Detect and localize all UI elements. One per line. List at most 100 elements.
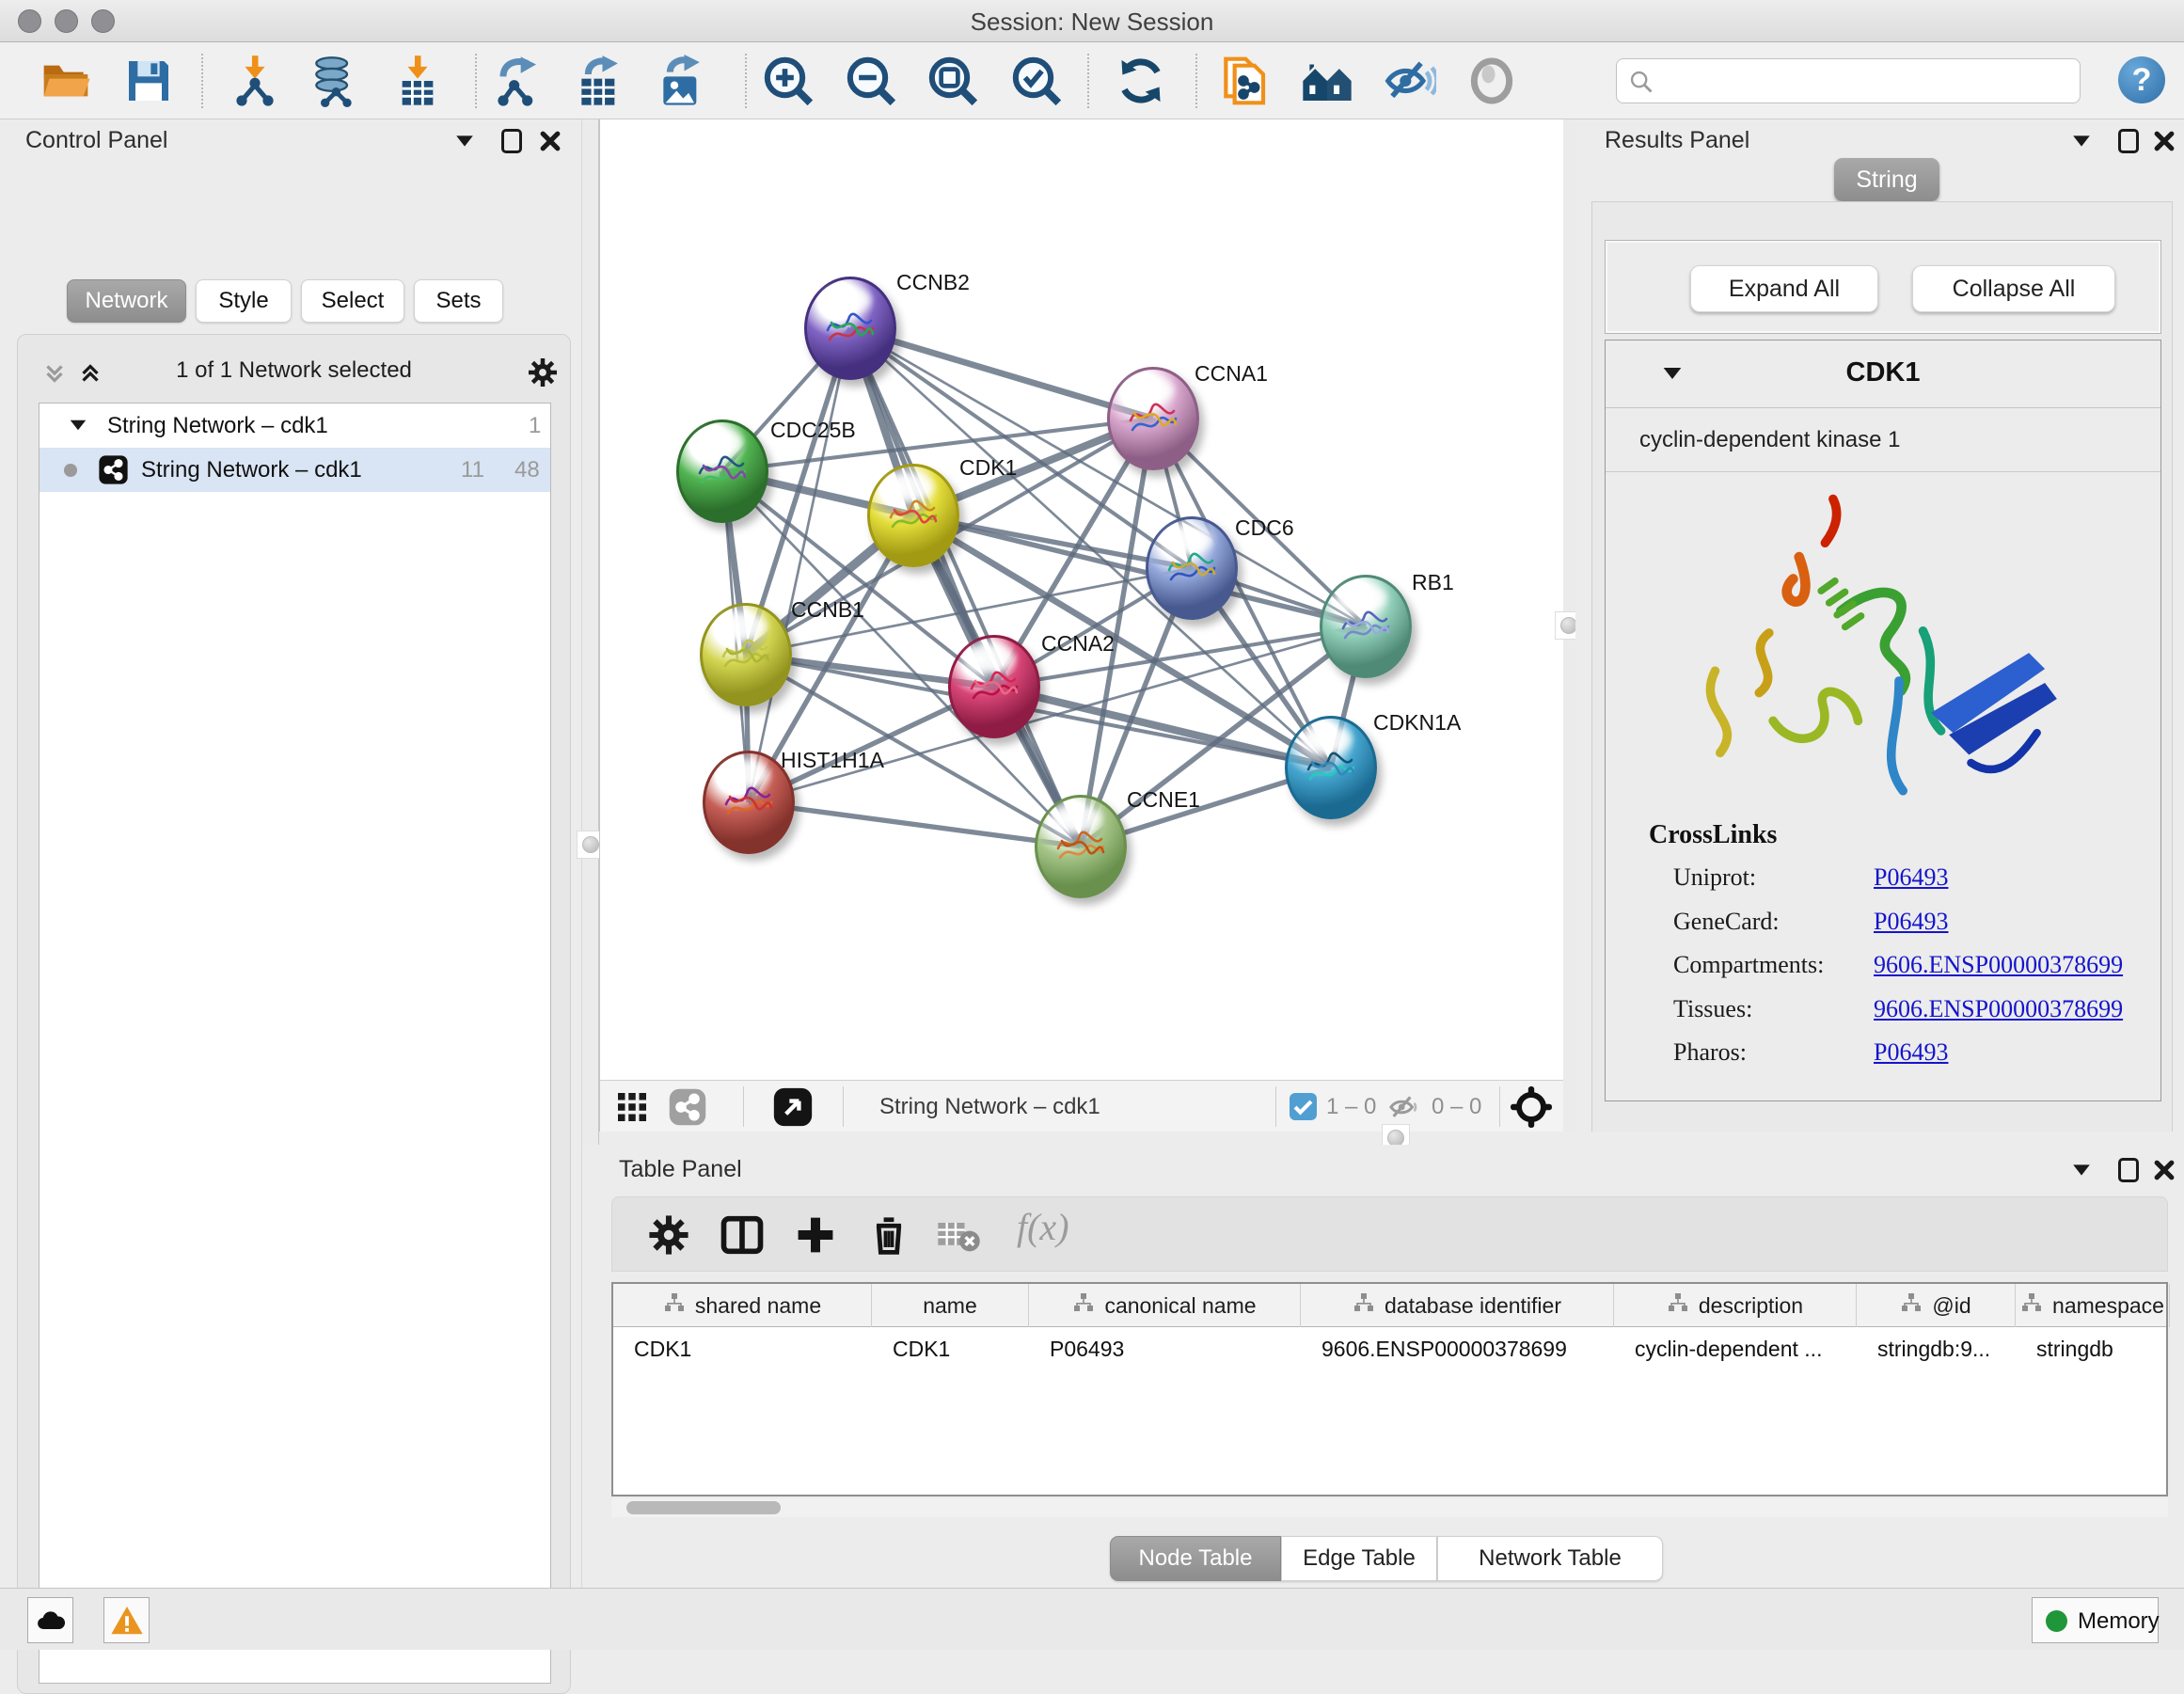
tab-edge-table[interactable]: Edge Table [1281, 1536, 1437, 1581]
float-panel-icon[interactable] [2118, 1158, 2139, 1187]
clone-network-icon[interactable] [1217, 55, 1270, 107]
network-view-share-icon[interactable] [668, 1087, 707, 1132]
table-column-header[interactable]: namespace [2016, 1284, 2170, 1327]
collapse-all-button[interactable]: Collapse All [1912, 265, 2115, 312]
table-column-header[interactable]: description [1614, 1284, 1857, 1327]
network-options-gear-icon[interactable] [526, 356, 560, 394]
table-column-header[interactable]: shared name [613, 1284, 872, 1327]
zoom-in-icon[interactable] [762, 55, 815, 107]
close-panel-icon[interactable] [538, 129, 562, 158]
table-column-header[interactable]: canonical name [1029, 1284, 1301, 1327]
tab-node-table[interactable]: Node Table [1110, 1536, 1281, 1581]
table-cell[interactable]: stringdb:9... [1857, 1327, 2016, 1370]
network-node-ccnb1[interactable] [700, 603, 792, 706]
crosslinks-title: CrossLinks [1649, 820, 1777, 850]
hide-selected-icon[interactable] [1384, 55, 1436, 107]
open-file-icon[interactable] [40, 55, 92, 107]
save-session-icon[interactable] [122, 55, 175, 107]
panel-menu-icon[interactable] [454, 135, 475, 152]
network-node-cdkn1a[interactable] [1285, 716, 1377, 819]
network-node-cdc6[interactable] [1146, 516, 1238, 620]
table-column-header[interactable]: @id [1857, 1284, 2016, 1327]
panel-menu-icon[interactable] [2071, 135, 2092, 152]
help-icon[interactable]: ? [2118, 56, 2165, 103]
tab-string[interactable]: String [1834, 158, 1939, 201]
table-column-header[interactable]: database identifier [1301, 1284, 1614, 1327]
tab-select[interactable]: Select [301, 279, 404, 323]
hidden-nodes-eye-slash-icon[interactable] [1388, 1091, 1420, 1128]
gear-icon[interactable] [644, 1211, 693, 1259]
network-node-ccne1[interactable] [1035, 795, 1127, 898]
network-node-cdk1[interactable] [867, 464, 959, 567]
first-neighbors-icon[interactable] [1301, 55, 1353, 107]
gene-entry-header[interactable]: CDK1 [1606, 340, 2160, 408]
export-table-icon[interactable] [573, 55, 625, 107]
network-node-rb1[interactable] [1320, 575, 1412, 678]
scrollbar-thumb[interactable] [626, 1501, 781, 1514]
network-collection-row[interactable]: String Network – cdk1 1 [40, 404, 550, 448]
network-canvas[interactable]: CCNB2CCNA1CDC25BCDK1CDC6RB1CCNB1CCNA2CDK… [599, 119, 1563, 1080]
layout-refresh-icon[interactable] [1115, 55, 1167, 107]
crosslink-value-link[interactable]: P06493 [1874, 908, 1948, 936]
add-column-icon[interactable] [791, 1211, 840, 1259]
network-node-label: CDK1 [959, 455, 1017, 481]
search-field[interactable] [1616, 58, 2081, 103]
tab-sets[interactable]: Sets [414, 279, 503, 323]
table-cell[interactable]: 9606.ENSP00000378699 [1301, 1327, 1614, 1370]
table-cell[interactable]: CDK1 [872, 1327, 1029, 1370]
birdseye-view-icon[interactable] [772, 1086, 814, 1132]
table-cell[interactable]: stringdb [2016, 1327, 2170, 1370]
tab-network[interactable]: Network [67, 279, 186, 323]
table-cell[interactable]: cyclin-dependent ... [1614, 1327, 1857, 1370]
selected-nodes-checkbox-icon[interactable] [1290, 1093, 1317, 1120]
horizontal-splitter[interactable] [599, 1132, 2184, 1145]
right-splitter[interactable] [1563, 119, 1575, 1145]
show-all-icon[interactable] [1465, 55, 1518, 107]
search-input[interactable] [1662, 63, 2066, 99]
crosslink-value-link[interactable]: 9606.ENSP00000378699 [1874, 951, 2123, 979]
import-network-file-icon[interactable] [229, 55, 281, 107]
table-column-header[interactable]: name [872, 1284, 1029, 1327]
network-node-ccnb2[interactable] [804, 277, 896, 380]
grid-view-icon[interactable] [615, 1090, 649, 1129]
zoom-out-icon[interactable] [845, 55, 897, 107]
reset-view-crosshair-icon[interactable] [1509, 1084, 1554, 1134]
selected-counts-label: 1 – 0 [1326, 1094, 1376, 1120]
memory-button[interactable]: Memory [2032, 1597, 2159, 1643]
collection-expander-icon[interactable] [71, 420, 87, 431]
crosslink-value-link[interactable]: P06493 [1874, 863, 1948, 892]
float-panel-icon[interactable] [501, 129, 522, 158]
tab-network-table[interactable]: Network Table [1437, 1536, 1663, 1581]
network-node-cdc25b[interactable] [676, 420, 768, 523]
table-horizontal-scrollbar[interactable] [611, 1498, 2168, 1517]
zoom-selected-icon[interactable] [1010, 55, 1063, 107]
protein-structure-thumbnail-icon [720, 778, 779, 831]
network-node-ccna1[interactable] [1107, 367, 1199, 470]
warning-icon[interactable] [103, 1597, 150, 1643]
delete-table-icon[interactable] [934, 1211, 983, 1259]
table-cell[interactable]: CDK1 [613, 1327, 872, 1370]
panel-menu-icon[interactable] [2071, 1164, 2092, 1181]
cloud-icon[interactable] [27, 1597, 73, 1643]
tab-style[interactable]: Style [196, 279, 292, 323]
import-network-database-icon[interactable] [308, 55, 360, 107]
import-table-file-icon[interactable] [391, 55, 444, 107]
node-table: shared namenamecanonical namedatabase id… [611, 1282, 2168, 1496]
export-image-icon[interactable] [655, 55, 707, 107]
close-panel-icon[interactable] [2152, 129, 2176, 158]
tree-column-icon [1900, 1291, 1923, 1320]
table-cell[interactable]: P06493 [1029, 1327, 1301, 1370]
split-columns-icon[interactable] [718, 1211, 767, 1259]
network-node-ccna2[interactable] [948, 635, 1040, 738]
crosslink-value-link[interactable]: P06493 [1874, 1038, 1948, 1067]
close-panel-icon[interactable] [2152, 1158, 2176, 1187]
tree-column-icon [663, 1291, 686, 1320]
crosslink-value-link[interactable]: 9606.ENSP00000378699 [1874, 995, 2123, 1023]
zoom-fit-icon[interactable] [926, 55, 979, 107]
export-network-icon[interactable] [490, 55, 543, 107]
float-panel-icon[interactable] [2118, 129, 2139, 158]
delete-column-icon[interactable] [864, 1211, 913, 1259]
function-builder-icon[interactable]: f(x) [1017, 1205, 1069, 1249]
expand-all-button[interactable]: Expand All [1690, 265, 1878, 312]
network-row-selected[interactable]: String Network – cdk1 11 48 [40, 448, 550, 492]
